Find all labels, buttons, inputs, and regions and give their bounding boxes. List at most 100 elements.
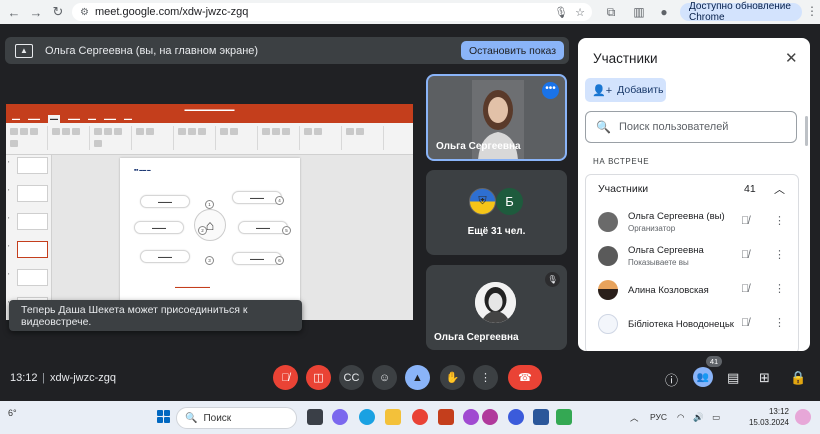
more-options-icon[interactable]: ⋮ — [774, 316, 785, 329]
panel-scrollbar[interactable] — [805, 116, 808, 146]
mic-off-button[interactable]: 🎙̸ — [273, 365, 298, 390]
present-now-button[interactable]: ▲ — [405, 365, 430, 390]
chrome-update-label: Доступно обновление Chrome — [689, 1, 791, 23]
taskbar-search[interactable]: 🔍 Поиск — [176, 407, 297, 429]
stop-presenting-label: Остановить показ — [468, 44, 557, 57]
participant-row[interactable]: Ольга Сергеевна Показываете вы 🎙̸ ⋮ — [586, 239, 798, 273]
address-bar[interactable]: ⚙ meet.google.com/xdw-jwzc-zgq 🎙 ☆ — [72, 3, 592, 21]
viber-icon[interactable] — [463, 409, 479, 425]
profile-avatar-icon[interactable]: ● — [656, 4, 672, 20]
app-icon[interactable] — [482, 409, 498, 425]
tile-more-options-icon[interactable]: ••• — [542, 82, 559, 99]
raise-hand-button[interactable]: ✋ — [440, 365, 465, 390]
chrome-update-button[interactable]: Доступно обновление Chrome — [680, 1, 802, 23]
stop-presenting-button[interactable]: Остановить показ — [461, 41, 564, 60]
mic-off-icon[interactable]: 🎙̸ — [741, 317, 749, 329]
url-text: meet.google.com/xdw-jwzc-zgq — [94, 6, 249, 18]
activities-icon[interactable]: ⊞ — [759, 370, 770, 386]
ppt-tab: ▬▬▬ — [28, 116, 40, 121]
more-participants-count: Ещё 31 чел. — [467, 226, 526, 237]
slide-hub-icon: ⌂ — [194, 209, 226, 241]
search-people-field[interactable]: 🔍 — [585, 111, 797, 143]
ppt-workspace: ▪ ▪ ▪ ▪ ▪ ▪ ■■ ▬▬ ▬ ⌂ ▬▬▬▬ ▬▬▬▬ ▬▬▬▬ ▬▬▬… — [6, 155, 413, 320]
app-icon[interactable] — [508, 409, 524, 425]
participant-avatar — [475, 282, 516, 323]
separator: | — [42, 372, 45, 384]
more-options-button[interactable]: ⋮ — [473, 365, 498, 390]
people-icon[interactable]: 👥 — [693, 367, 713, 387]
chrome-icon[interactable] — [412, 409, 428, 425]
toast-message: Теперь Даша Шекета может присоединиться … — [21, 303, 248, 328]
wifi-icon[interactable]: ◠ — [677, 412, 684, 423]
mic-off-icon[interactable]: 🎙̸ — [741, 283, 749, 295]
task-view-icon[interactable] — [307, 409, 323, 425]
host-controls-icon[interactable]: 🔒 — [790, 370, 806, 386]
word-icon[interactable] — [533, 409, 549, 425]
participant-row[interactable]: Бібліотека Новодонецьк 🎙̸ ⋮ — [586, 307, 798, 341]
captions-button[interactable]: CC — [339, 365, 364, 390]
group-label: Участники — [598, 183, 649, 195]
side-panel-icon[interactable]: ▥ — [631, 4, 647, 20]
start-button[interactable] — [157, 410, 171, 424]
participant-row[interactable]: Ольга Сергеевна (вы) Организатор 🎙̸ ⋮ — [586, 205, 798, 239]
powerpoint-icon[interactable] — [438, 409, 454, 425]
current-slide: ■■ ▬▬ ▬ ⌂ ▬▬▬▬ ▬▬▬▬ ▬▬▬▬ ▬▬▬▬ ▬▬▬▬ ▬▬▬▬ … — [120, 158, 300, 301]
chevron-up-icon[interactable]: ︿ — [774, 181, 785, 197]
forward-arrow-icon[interactable]: → — [28, 4, 44, 20]
leave-call-button[interactable]: ☎ — [508, 365, 542, 390]
add-people-button[interactable]: 👤+ Добавить — [585, 78, 666, 102]
file-explorer-icon[interactable] — [385, 409, 401, 425]
close-icon[interactable]: ✕ — [785, 49, 798, 67]
search-people-input[interactable] — [618, 121, 789, 133]
slide-number-marker: 1 — [205, 200, 214, 209]
weather-widget[interactable]: 6° — [8, 408, 17, 418]
tray-overflow-icon[interactable]: ︿ — [630, 412, 639, 424]
participant-row[interactable]: Алина Козловская 🎙̸ ⋮ — [586, 273, 798, 307]
voice-search-icon[interactable]: 🎙 — [554, 6, 568, 19]
avatar-letter: Б — [505, 194, 514, 209]
slide-thumbnails: ▪ ▪ ▪ ▪ ▪ ▪ — [6, 155, 52, 320]
taskbar-clock[interactable]: 13:12 15.03.2024 — [745, 406, 789, 428]
participant-tile[interactable]: 🎙 Ольга Сергеевна — [426, 265, 567, 350]
clock-time: 13:12 — [768, 407, 789, 416]
app-icon[interactable] — [332, 409, 348, 425]
more-options-icon[interactable]: ⋮ — [774, 282, 785, 295]
chat-icon[interactable]: ▤ — [727, 370, 739, 386]
ppt-ribbon-tabs: ▬▬ ▬▬▬ ▬▬ ▬▬▬ ▬▬ ▬▬▬ ▬▬ — [6, 115, 413, 123]
more-options-icon[interactable]: ⋮ — [774, 214, 785, 227]
participant-avatar: Б — [496, 188, 523, 215]
battery-icon[interactable]: ▭ — [712, 412, 720, 423]
participants-group: Участники 41 ︿ Ольга Сергеевна (вы) Орга… — [585, 174, 799, 351]
self-video-tile[interactable]: ••• Ольга Сергеевна — [426, 74, 567, 161]
reload-icon[interactable]: ↻ — [50, 4, 66, 20]
slide-number-marker: 4 — [275, 196, 284, 205]
camera-off-button[interactable]: ◫ — [306, 365, 331, 390]
ppt-tab: ▬▬ — [124, 116, 132, 121]
mic-off-icon[interactable]: 🎙̸ — [741, 215, 749, 227]
slide-number-marker: 3 — [205, 256, 214, 265]
participant-role: Показываете вы — [628, 258, 689, 267]
participant-avatar — [598, 314, 618, 334]
reactions-button[interactable]: ☺ — [372, 365, 397, 390]
search-icon: 🔍 — [596, 120, 611, 134]
extensions-icon[interactable]: ⧉ — [603, 4, 619, 20]
edge-icon[interactable] — [359, 409, 375, 425]
chrome-menu-icon[interactable]: ⋮ — [806, 4, 818, 18]
present-screen-icon: ▲ — [15, 43, 33, 58]
copilot-icon[interactable] — [795, 409, 811, 425]
clock-date: 15.03.2024 — [748, 418, 789, 427]
mic-off-icon[interactable]: 🎙̸ — [741, 249, 749, 261]
volume-icon[interactable]: 🔊 — [693, 412, 704, 423]
ppt-tab: ▬▬ — [12, 116, 20, 121]
app-icon[interactable] — [556, 409, 572, 425]
bookmark-star-icon[interactable]: ☆ — [575, 6, 585, 19]
more-participants-tile[interactable]: ⛨ Б Ещё 31 чел. — [426, 170, 567, 255]
more-options-icon[interactable]: ⋮ — [774, 248, 785, 261]
meeting-info-icon[interactable]: ⓘ — [665, 370, 678, 389]
mic-off-icon: 🎙 — [545, 272, 560, 287]
slide-number-marker: 5 — [282, 226, 291, 235]
back-arrow-icon[interactable]: ← — [6, 4, 22, 20]
input-language[interactable]: РУС — [650, 412, 667, 422]
site-info-icon[interactable]: ⚙ — [80, 7, 89, 18]
taskbar-search-label: Поиск — [203, 412, 232, 424]
